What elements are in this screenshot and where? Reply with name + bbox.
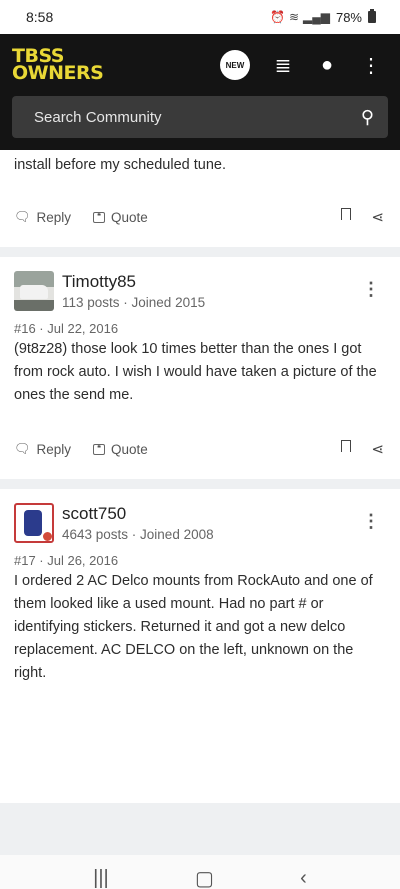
post-text: (9t8z28) those look 10 times better than…: [14, 341, 377, 403]
list-icon[interactable]: ≣: [272, 53, 294, 78]
status-time: 8:58: [26, 9, 54, 25]
battery-percent: 78%: [335, 9, 362, 25]
search-placeholder[interactable]: Search Community: [34, 109, 162, 126]
post-meta[interactable]: #16 · Jul 22, 2016: [14, 321, 386, 336]
image-placeholder-area: [0, 685, 400, 803]
post-header: scott750 4643 posts · Joined 2008 ⋮: [14, 489, 386, 545]
share-icon[interactable]: ⋖: [371, 208, 384, 226]
post-16: Timotty85 113 posts · Joined 2015 ⋮ #16 …: [0, 257, 400, 479]
kebab-menu-icon[interactable]: ⋮: [360, 53, 382, 78]
app-header: TBSS OWNERS NEW ≣ ● ⋮ Search Community ⚲: [0, 34, 400, 150]
system-nav-bar: ||| ▢ ‹: [0, 855, 400, 889]
quote-icon: ❝: [93, 443, 106, 455]
quote-label: Quote: [111, 209, 148, 225]
search-bar[interactable]: Search Community ⚲: [12, 96, 388, 138]
site-logo[interactable]: TBSS OWNERS: [12, 47, 104, 84]
quote-icon: ❝: [93, 211, 106, 223]
post-actions: 🗨 Reply ❝ Quote ⋖: [14, 419, 386, 479]
post-separator: [0, 479, 400, 489]
bookmark-icon[interactable]: [341, 208, 352, 220]
user-stats: 113 posts · Joined 2015: [62, 295, 206, 310]
user-info: scott750 4643 posts · Joined 2008: [62, 503, 362, 545]
post-actions: 🗨 Reply ❝ Quote ⋖: [14, 187, 386, 247]
wifi-icon: ≋: [288, 10, 299, 24]
alarm-icon: ⏰: [269, 10, 285, 24]
user-icon[interactable]: ●: [316, 54, 338, 77]
search-icon[interactable]: ⚲: [361, 107, 374, 128]
post-menu-icon[interactable]: ⋮: [362, 503, 386, 532]
user-stats: 4643 posts · Joined 2008: [62, 527, 214, 542]
avatar[interactable]: [14, 503, 54, 543]
avatar[interactable]: [14, 271, 54, 311]
reply-icon: 🗨: [14, 209, 31, 224]
post-actions-left: 🗨 Reply ❝ Quote: [14, 441, 148, 457]
post-menu-icon[interactable]: ⋮: [362, 271, 386, 300]
quote-button[interactable]: ❝ Quote: [93, 441, 148, 457]
post-17: scott750 4643 posts · Joined 2008 ⋮ #17 …: [0, 489, 400, 685]
status-icons: ⏰ ≋ ▂▄▆: [270, 10, 330, 24]
quote-button[interactable]: ❝ Quote: [93, 209, 148, 225]
recents-icon[interactable]: |||: [93, 867, 109, 889]
post-actions-left: 🗨 Reply ❝ Quote: [14, 209, 148, 225]
battery-icon: [368, 9, 376, 23]
post-header: Timotty85 113 posts · Joined 2015 ⋮: [14, 257, 386, 313]
post-meta[interactable]: #17 · Jul 26, 2016: [14, 553, 386, 568]
thread-content: install before my scheduled tune. 🗨 Repl…: [0, 150, 400, 855]
post-previous: install before my scheduled tune. 🗨 Repl…: [0, 150, 400, 247]
reply-button[interactable]: 🗨 Reply: [14, 441, 71, 457]
post-text: install before my scheduled tune.: [14, 157, 226, 173]
username[interactable]: scott750: [62, 503, 362, 525]
header-icons: NEW ≣ ● ⋮: [220, 50, 388, 80]
reply-label: Reply: [36, 209, 72, 225]
reply-label: Reply: [36, 441, 72, 457]
status-right: ⏰ ≋ ▂▄▆ 78%: [270, 9, 376, 25]
user-info: Timotty85 113 posts · Joined 2015: [62, 271, 362, 313]
share-icon[interactable]: ⋖: [371, 440, 384, 458]
status-bar: 8:58 ⏰ ≋ ▂▄▆ 78%: [0, 0, 400, 34]
header-top: TBSS OWNERS NEW ≣ ● ⋮: [12, 34, 388, 96]
reply-icon: 🗨: [14, 441, 31, 456]
reply-button[interactable]: 🗨 Reply: [14, 209, 71, 225]
page-footer: [0, 803, 400, 855]
post-actions-right: ⋖: [341, 440, 386, 458]
quote-label: Quote: [111, 441, 148, 457]
post-actions-right: ⋖: [341, 208, 386, 226]
new-icon[interactable]: NEW: [220, 50, 250, 80]
back-icon[interactable]: ‹: [300, 867, 307, 889]
moderator-badge-icon: [41, 530, 52, 541]
signal-icon: ▂▄▆: [303, 10, 330, 24]
post-text: I ordered 2 AC Delco mounts from RockAut…: [14, 573, 373, 681]
username[interactable]: Timotty85: [62, 271, 362, 293]
post-separator: [0, 247, 400, 257]
bookmark-icon[interactable]: [341, 440, 352, 452]
logo-line-2: OWNERS: [12, 62, 104, 84]
home-icon[interactable]: ▢: [195, 866, 214, 889]
